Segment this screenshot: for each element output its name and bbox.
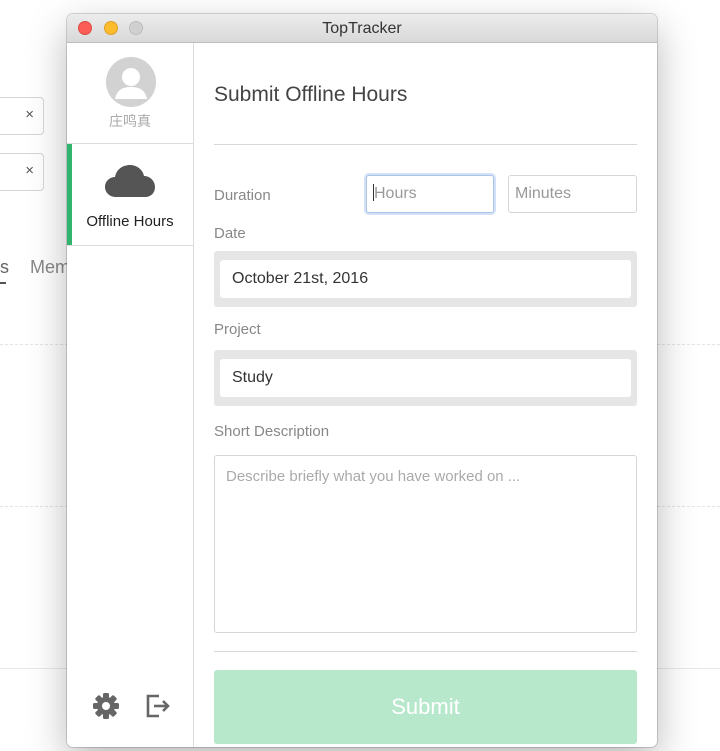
- background-tab-underline: [0, 282, 6, 284]
- form-divider: [214, 651, 637, 652]
- project-value[interactable]: Study: [220, 359, 631, 397]
- background-input-2: ×: [0, 153, 44, 191]
- title-divider: [214, 144, 637, 145]
- window-title: TopTracker: [322, 20, 402, 37]
- minutes-placeholder: Minutes: [515, 185, 572, 202]
- username: 庄鸣真: [109, 113, 151, 129]
- background-input-1: ×: [0, 97, 44, 135]
- hours-placeholder: Hours: [374, 185, 417, 202]
- background-tab-members: Mem: [30, 257, 70, 277]
- background-tab: s: [0, 257, 9, 277]
- description-label: Short Description: [214, 423, 330, 440]
- logout-icon[interactable]: [145, 693, 171, 724]
- app-window: TopTracker 庄鸣真 Offline Hours Submit Offl…: [67, 14, 657, 747]
- description-placeholder: Describe briefly what you have worked on…: [226, 468, 521, 485]
- project-select[interactable]: Study: [214, 350, 637, 406]
- sidebar-item-label: Offline Hours: [86, 213, 174, 230]
- title-bar[interactable]: TopTracker: [67, 14, 657, 43]
- cloud-icon: [104, 164, 156, 203]
- description-textarea[interactable]: Describe briefly what you have worked on…: [214, 455, 637, 633]
- avatar-icon[interactable]: [106, 57, 156, 107]
- page-title: Submit Offline Hours: [214, 83, 408, 106]
- duration-label: Duration: [214, 187, 271, 204]
- sidebar: 庄鸣真 Offline Hours: [67, 43, 194, 747]
- date-label: Date: [214, 225, 246, 242]
- project-label: Project: [214, 321, 261, 338]
- date-picker[interactable]: October 21st, 2016: [214, 251, 637, 307]
- minutes-input[interactable]: Minutes: [508, 175, 637, 213]
- profile[interactable]: 庄鸣真: [67, 43, 193, 144]
- clear-icon: ×: [25, 106, 34, 123]
- sidebar-item-offline-hours[interactable]: Offline Hours: [67, 144, 193, 246]
- submit-button[interactable]: Submit: [214, 670, 637, 744]
- offline-hours-form: Submit Offline Hours Duration Hours Minu…: [194, 43, 657, 747]
- clear-icon: ×: [25, 162, 34, 179]
- date-value[interactable]: October 21st, 2016: [220, 260, 631, 298]
- hours-input[interactable]: Hours: [366, 175, 494, 213]
- gear-icon[interactable]: [92, 692, 120, 725]
